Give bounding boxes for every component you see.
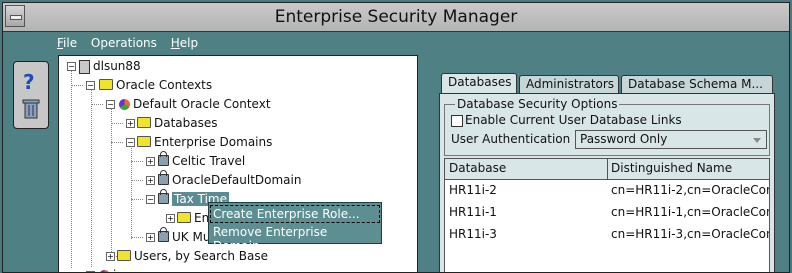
tree-node-root[interactable]: dlsun88 (79, 58, 141, 74)
folder-icon (99, 79, 113, 90)
tree-node-oracle-contexts[interactable]: Oracle Contexts (99, 77, 212, 93)
menu-item-create-enterprise-role[interactable]: Create Enterprise Role... (210, 205, 380, 223)
toggle-databases[interactable]: + (126, 119, 135, 128)
cell-dn: cn=HR11i-3,cn=OracleCon (611, 227, 770, 241)
enable-links-checkbox[interactable]: Enable Current User Database Links (451, 113, 682, 127)
toggle-tax-time[interactable]: − (146, 195, 155, 204)
toggle-uk-mus[interactable]: + (146, 233, 155, 242)
tree-node-celtic-travel[interactable]: Celtic Travel (158, 151, 245, 169)
toggle-celtic-travel[interactable]: + (146, 157, 155, 166)
server-icon (79, 59, 90, 74)
domain-lock-icon (158, 189, 169, 204)
domain-lock-icon (158, 151, 169, 166)
domain-lock-icon (158, 227, 169, 242)
group-title: Database Security Options (455, 97, 620, 111)
window-title: Enterprise Security Manager (274, 7, 518, 27)
menu-file[interactable]: File (57, 36, 77, 50)
tree-node-default-context[interactable]: Default Oracle Context (119, 96, 271, 112)
tab-content: Database Security Options Enable Current… (439, 93, 775, 272)
col-database-header[interactable]: Database (449, 161, 506, 175)
app-window: Enterprise Security Manager File Operati… (2, 2, 790, 273)
context-icon (119, 99, 130, 110)
table-row[interactable]: HR11i-3 cn=HR11i-3,cn=OracleCon (445, 225, 769, 245)
menu-bar: File Operations Help (57, 36, 208, 50)
tree-node-databases[interactable]: Databases (137, 115, 218, 131)
context-menu: Create Enterprise Role... Remove Enterpr… (208, 202, 382, 253)
folder-icon (137, 136, 151, 147)
tab-database-schema-mappings[interactable]: Database Schema M... (621, 75, 773, 93)
menu-operations[interactable]: Operations (91, 36, 157, 50)
cell-dn: cn=HR11i-2,cn=OracleCon (611, 183, 770, 197)
toggle-enterprise-domains[interactable]: − (126, 138, 135, 147)
auth-label: User Authentication (451, 132, 571, 146)
tool-palette: ? (13, 61, 49, 129)
domain-lock-icon (158, 170, 169, 185)
table-header: Database Distinguished Name (445, 159, 769, 180)
folder-icon (177, 212, 191, 223)
tree-node-oracle-default-domain[interactable]: OracleDefaultDomain (158, 170, 301, 188)
table-row[interactable]: HR11i-2 cn=HR11i-2,cn=OracleCon (445, 181, 769, 201)
tab-administrators[interactable]: Administrators (519, 75, 619, 93)
title-bar: Enterprise Security Manager (3, 3, 789, 32)
security-options-group: Database Security Options Enable Current… (444, 97, 770, 156)
menu-help[interactable]: Help (171, 36, 198, 50)
chevron-down-icon[interactable] (753, 138, 761, 143)
checkbox-box[interactable] (451, 114, 463, 127)
toggle-users[interactable]: + (106, 252, 115, 261)
toggle-default-context[interactable]: − (106, 100, 115, 109)
auth-select[interactable]: Password Only (575, 130, 767, 149)
toggle-root[interactable]: − (67, 62, 76, 71)
database-table: Database Distinguished Name HR11i-2 cn=H… (444, 158, 770, 272)
tab-databases[interactable]: Databases (441, 73, 517, 94)
cell-database: HR11i-3 (449, 227, 497, 241)
folder-icon (117, 250, 131, 261)
col-dn-header[interactable]: Distinguished Name (611, 161, 732, 175)
folder-icon (137, 117, 151, 128)
table-row[interactable]: HR11i-1 cn=HR11i-1,cn=OracleCon (445, 203, 769, 223)
toggle-oracle-contexts[interactable]: − (86, 81, 95, 90)
toggle-oracle-default-domain[interactable]: + (146, 176, 155, 185)
detail-panel: Databases Administrators Database Schema… (439, 73, 775, 272)
toggle-ente[interactable]: + (166, 214, 175, 223)
menu-item-remove-enterprise-domain[interactable]: Remove Enterprise Domain (209, 223, 381, 255)
cell-dn: cn=HR11i-1,cn=OracleCon (611, 205, 770, 219)
tree-node-enterprise-domains[interactable]: Enterprise Domains (137, 134, 272, 150)
cell-database: HR11i-1 (449, 205, 497, 219)
cell-database: HR11i-2 (449, 183, 497, 197)
help-icon[interactable]: ? (23, 70, 35, 94)
trash-icon[interactable] (22, 98, 40, 120)
tree-node-imc[interactable]: imc (99, 267, 135, 272)
